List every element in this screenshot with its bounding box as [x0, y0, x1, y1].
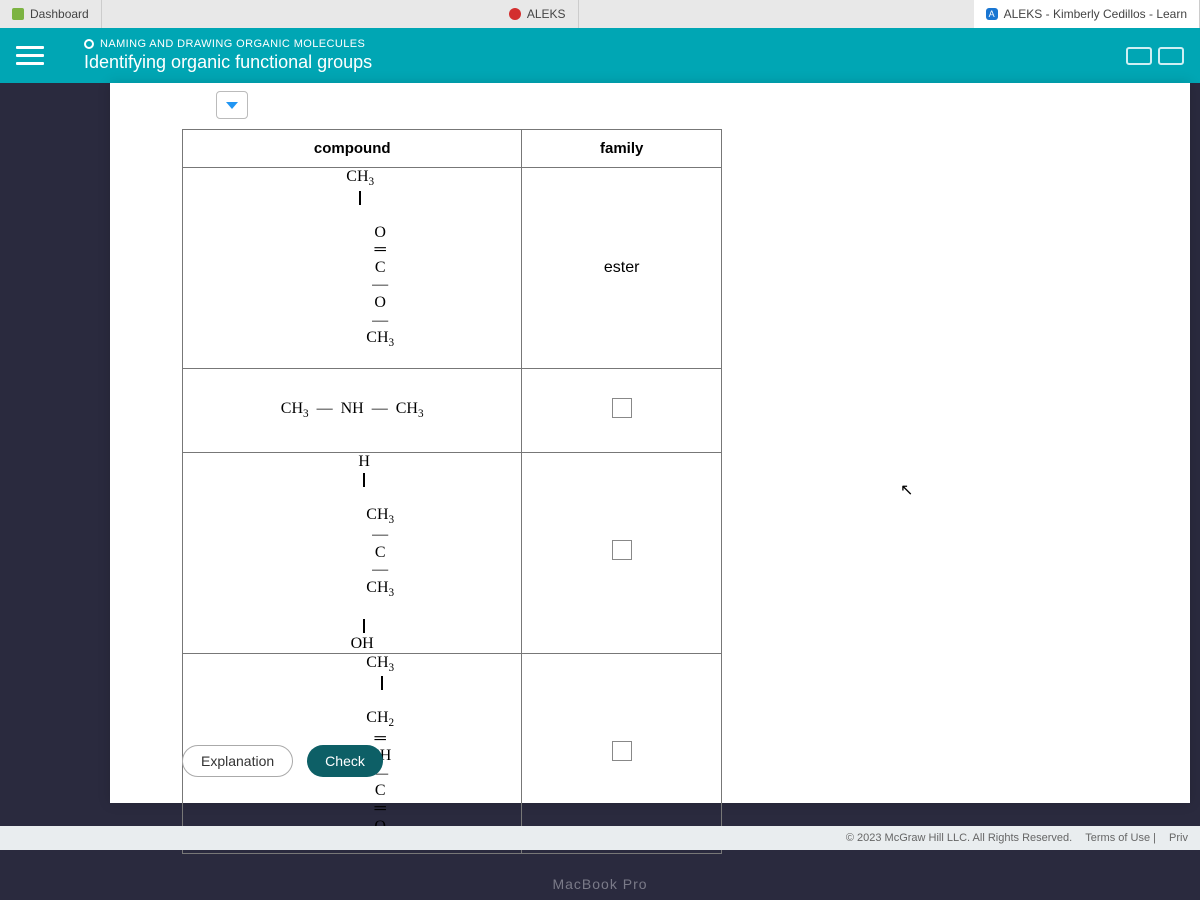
copyright-text: © 2023 McGraw Hill LLC. All Rights Reser… [846, 832, 1072, 844]
tool-box-icon[interactable] [1158, 47, 1184, 65]
family-cell: ester [522, 168, 722, 369]
table-row: CH3 O ═ C — O — CH3 [183, 168, 722, 369]
answer-input-box[interactable] [612, 540, 632, 560]
app-header: NAMING AND DRAWING ORGANIC MOLECULES Ide… [0, 28, 1200, 83]
header-tools [1126, 47, 1184, 65]
family-cell[interactable] [522, 368, 722, 452]
tab-aleks-learn[interactable]: A ALEKS - Kimberly Cedillos - Learn [974, 0, 1200, 28]
check-button[interactable]: Check [307, 745, 383, 777]
bond-icon [359, 191, 361, 205]
aleks-badge-icon: A [986, 8, 998, 20]
family-cell[interactable] [522, 452, 722, 653]
aleks-icon [509, 8, 521, 20]
tab-label: Dashboard [30, 7, 89, 21]
scroll-down-button[interactable] [216, 91, 248, 119]
tab-label: ALEKS - Kimberly Cedillos - Learn [1004, 7, 1187, 21]
column-header-compound: compound [183, 130, 522, 168]
hamburger-menu-icon[interactable] [16, 44, 44, 68]
explanation-button[interactable]: Explanation [182, 745, 293, 777]
tab-dashboard[interactable]: Dashboard [0, 0, 102, 28]
family-answer: ester [604, 259, 640, 276]
device-label: MacBook Pro [552, 876, 647, 892]
table-row: CH3 — NH — CH3 [183, 368, 722, 452]
lesson-title: Identifying organic functional groups [84, 52, 1126, 73]
compound-cell: CH3 — NH — CH3 [183, 368, 522, 452]
action-buttons: Explanation Check [182, 745, 383, 777]
family-cell[interactable] [522, 653, 722, 854]
table-row: H CH3 — C — CH3 OH [183, 452, 722, 653]
tool-box-icon[interactable] [1126, 47, 1152, 65]
bond-icon [363, 619, 365, 633]
answer-input-box[interactable] [612, 741, 632, 761]
cursor-icon: ↖ [900, 480, 913, 500]
lesson-category: NAMING AND DRAWING ORGANIC MOLECULES [84, 38, 1126, 50]
answer-input-box[interactable] [612, 398, 632, 418]
footer-bar: © 2023 McGraw Hill LLC. All Rights Reser… [0, 826, 1200, 850]
chevron-down-icon [226, 102, 238, 109]
dashboard-icon [12, 8, 24, 20]
bond-icon [381, 676, 383, 690]
tab-label: ALEKS [527, 7, 566, 21]
compound-cell: H CH3 — C — CH3 OH [183, 452, 522, 653]
tab-aleks[interactable]: ALEKS [497, 0, 579, 28]
terms-link[interactable]: Terms of Use [1085, 832, 1150, 844]
column-header-family: family [522, 130, 722, 168]
privacy-link[interactable]: Priv [1169, 832, 1188, 844]
question-panel: compound family CH3 O ═ C — [110, 83, 1190, 803]
category-dot-icon [84, 39, 94, 49]
browser-tab-strip: Dashboard ALEKS A ALEKS - Kimberly Cedil… [0, 0, 1200, 28]
compound-cell: CH3 O ═ C — O — CH3 [183, 168, 522, 369]
bond-icon [363, 473, 365, 487]
